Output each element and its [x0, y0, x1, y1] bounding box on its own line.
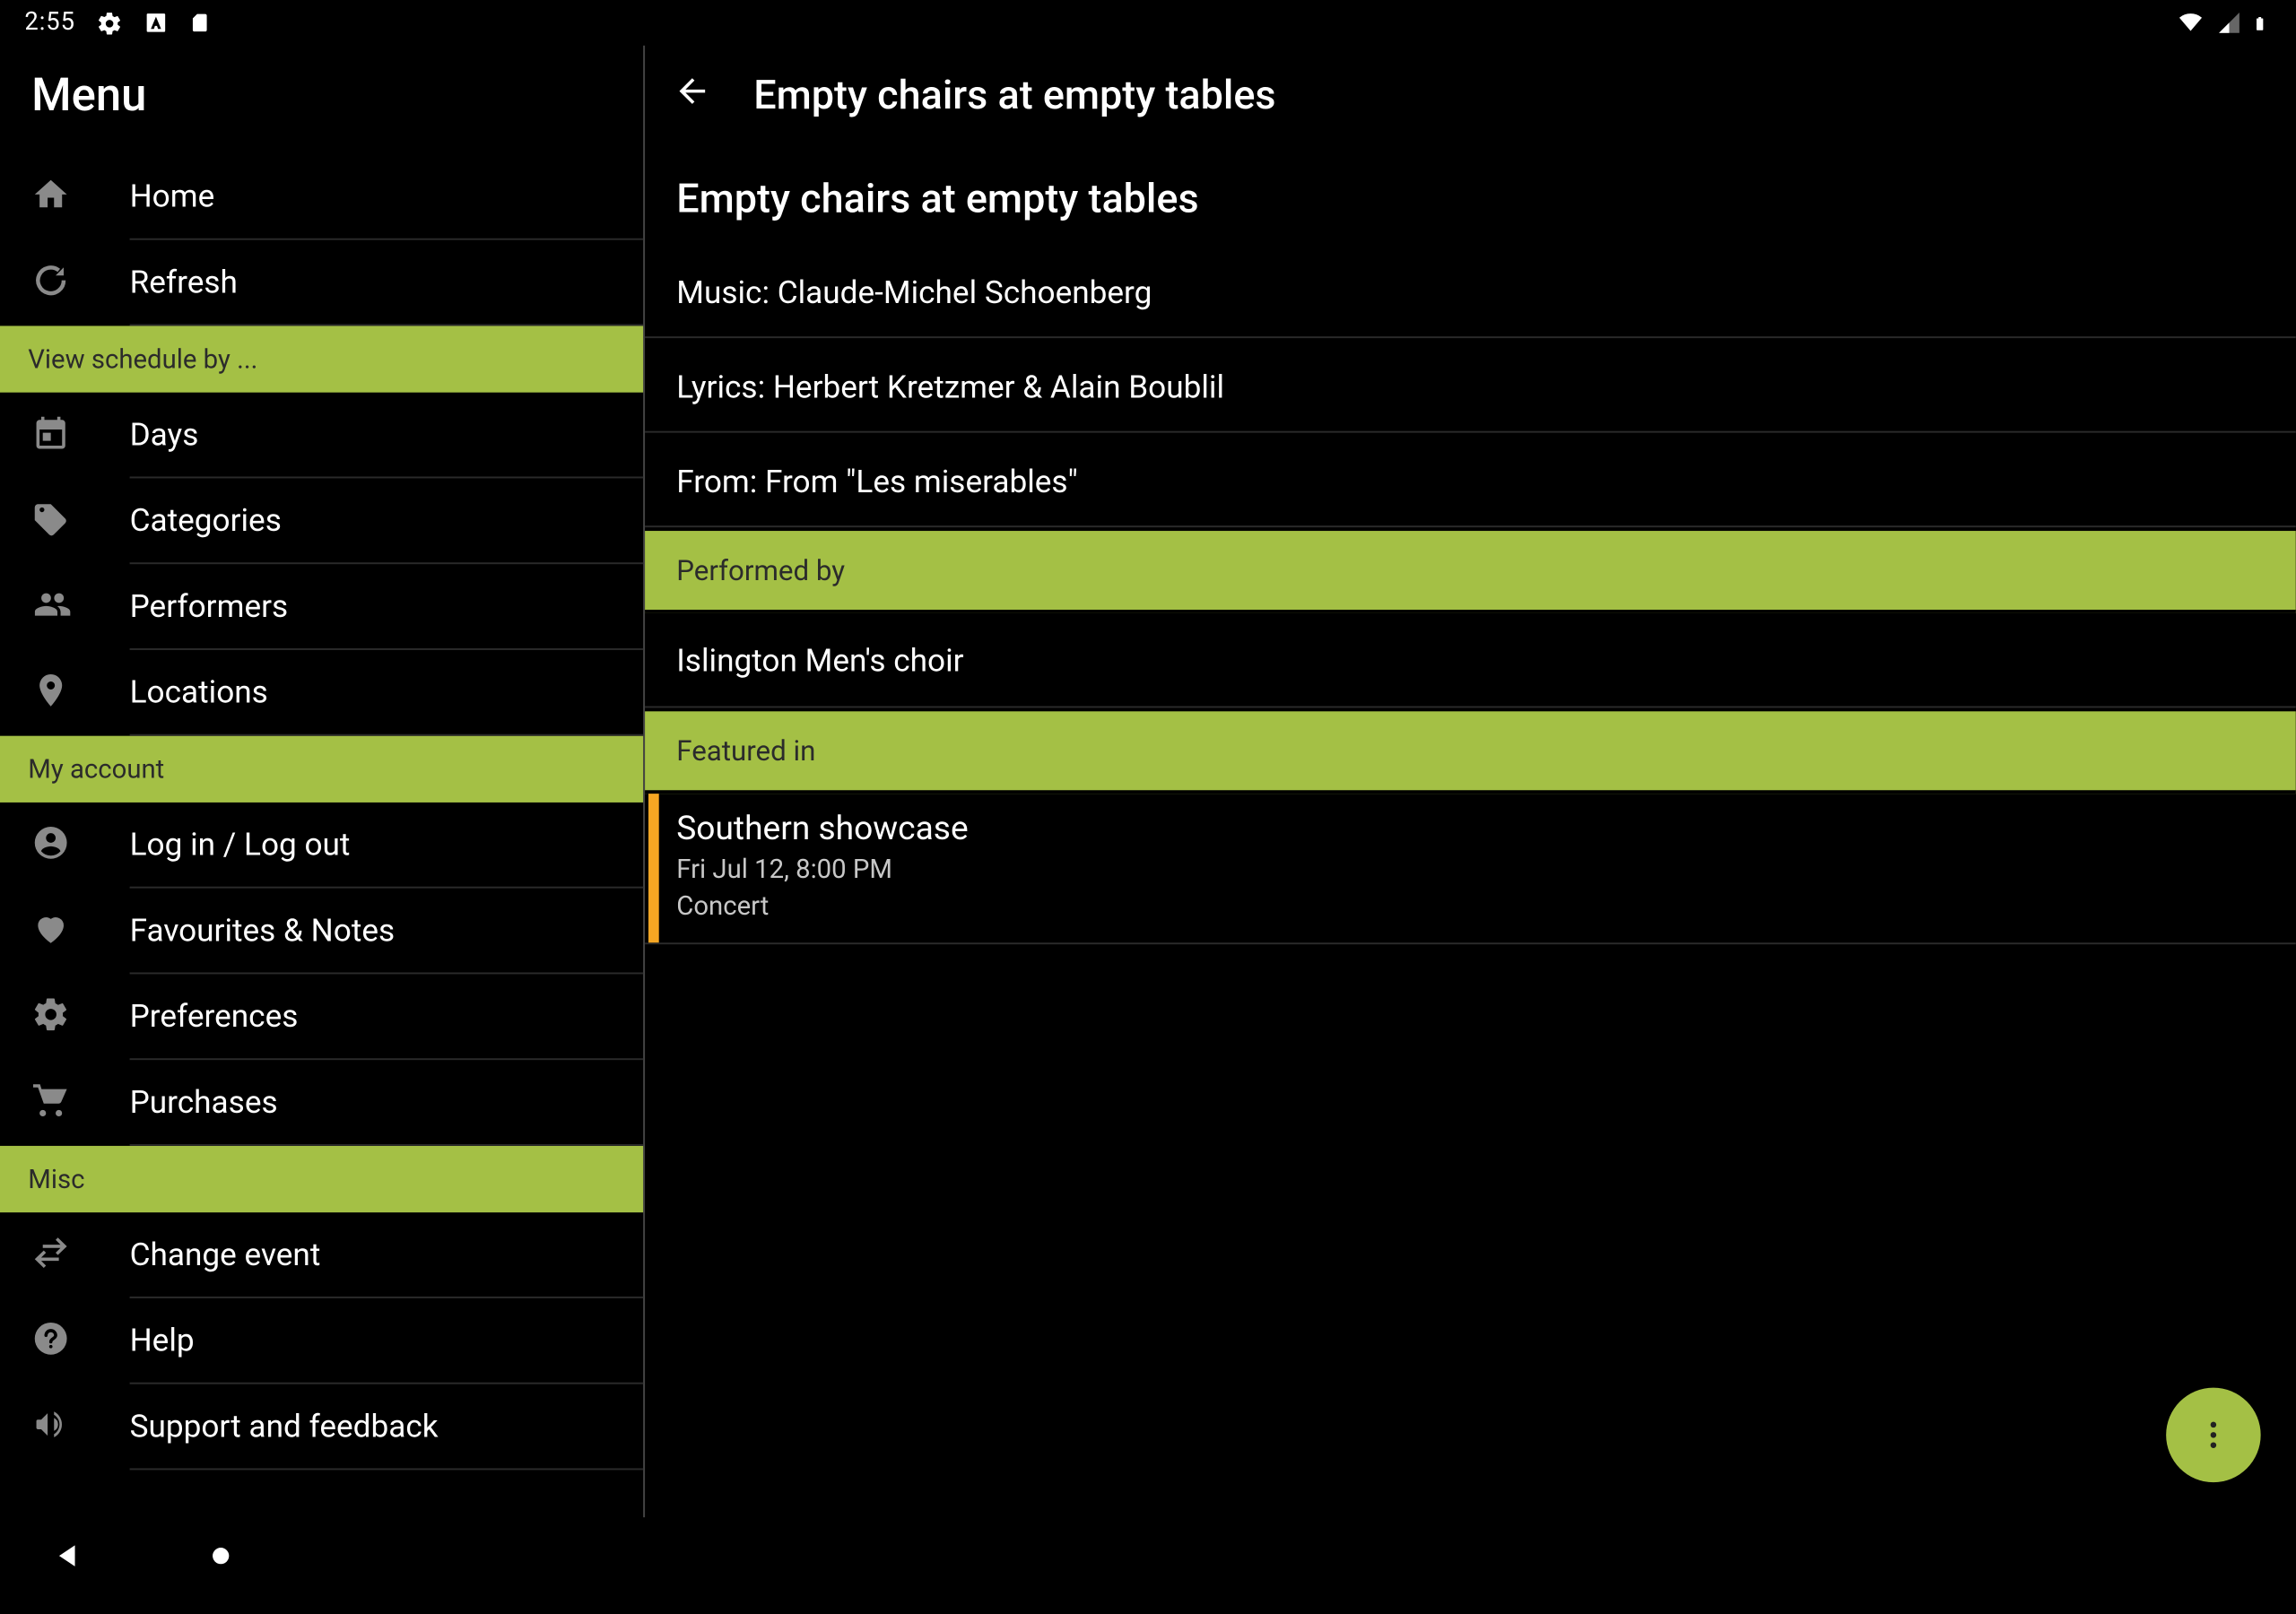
- sidebar-item-change-event[interactable]: Change event: [0, 1212, 643, 1298]
- cell-signal-icon: [2217, 11, 2241, 35]
- sidebar-item-favourites[interactable]: Favourites & Notes: [0, 889, 643, 975]
- tag-icon: [31, 499, 70, 544]
- sidebar-item-purchases[interactable]: Purchases: [0, 1060, 643, 1146]
- status-time: 2:55: [24, 9, 75, 37]
- sidebar-item-support[interactable]: Support and feedback: [0, 1384, 643, 1471]
- people-icon: [31, 585, 74, 630]
- back-button[interactable]: [673, 72, 711, 117]
- sidebar-item-home[interactable]: Home: [0, 154, 643, 240]
- heart-icon: [31, 908, 70, 954]
- swap-icon: [31, 1233, 70, 1279]
- sidebar-item-label: Purchases: [130, 1085, 278, 1122]
- sidebar-item-label: Locations: [130, 674, 268, 711]
- sidebar-item-label: Help: [130, 1323, 195, 1359]
- sidebar-item-label: Home: [130, 178, 215, 215]
- sidebar-item-refresh[interactable]: Refresh: [0, 240, 643, 326]
- sidebar-item-help[interactable]: Help: [0, 1298, 643, 1384]
- sidebar-item-label: Preferences: [130, 999, 299, 1036]
- sidebar-section-schedule: View schedule by ...: [0, 325, 643, 392]
- info-music: Music: Claude-Michel Schoenberg: [645, 244, 2296, 339]
- sidebar-item-label: Performers: [130, 589, 289, 626]
- sidebar-item-label: Favourites & Notes: [130, 913, 396, 950]
- sidebar-item-preferences[interactable]: Preferences: [0, 974, 643, 1060]
- help-icon: [31, 1318, 70, 1364]
- fab-more-button[interactable]: [2166, 1388, 2261, 1483]
- sidebar-item-label: Log in / Log out: [130, 827, 351, 863]
- calendar-icon: [31, 412, 70, 458]
- section-featured-in: Featured in: [645, 711, 2296, 794]
- sidebar-item-label: Refresh: [130, 265, 238, 301]
- performer-row[interactable]: Islington Men's choir: [645, 613, 2296, 708]
- battery-icon: [2252, 10, 2268, 36]
- event-title: Southern showcase: [676, 808, 968, 848]
- event-row[interactable]: Southern showcase Fri Jul 12, 8:00 PM Co…: [645, 794, 2296, 944]
- more-vert-icon: [2196, 1418, 2231, 1453]
- event-accent-bar: [648, 794, 659, 942]
- page-header-title: Empty chairs at empty tables: [753, 71, 1275, 118]
- status-bar: 2:55: [0, 0, 2296, 46]
- sidebar-title: Menu: [0, 46, 643, 154]
- system-navbar: [0, 1517, 2296, 1601]
- account-icon: [31, 822, 70, 868]
- event-type: Concert: [676, 889, 968, 925]
- sidebar-item-days[interactable]: Days: [0, 393, 643, 479]
- sidebar-item-login[interactable]: Log in / Log out: [0, 803, 643, 889]
- megaphone-icon: [31, 1404, 70, 1450]
- sidebar-section-misc: Misc: [0, 1146, 643, 1212]
- sidebar-item-performers[interactable]: Performers: [0, 564, 643, 650]
- sd-status-icon: [189, 11, 210, 35]
- info-lyrics: Lyrics: Herbert Kretzmer & Alain Boublil: [645, 338, 2296, 433]
- info-from: From: From "Les miserables": [645, 433, 2296, 528]
- sidebar-section-account: My account: [0, 736, 643, 803]
- arrow-back-icon: [673, 72, 711, 110]
- event-when: Fri Jul 12, 8:00 PM: [676, 852, 968, 889]
- sidebar: Menu Home Refresh View schedule by ...: [0, 46, 645, 1517]
- sidebar-item-label: Support and feedback: [130, 1409, 439, 1445]
- refresh-icon: [31, 260, 70, 306]
- cart-icon: [31, 1080, 70, 1126]
- sidebar-item-label: Categories: [130, 503, 282, 540]
- settings-status-icon: [96, 10, 122, 36]
- sidebar-item-label: Days: [130, 417, 199, 454]
- nav-home-button[interactable]: [207, 1542, 235, 1577]
- location-icon: [31, 670, 70, 716]
- sidebar-item-locations[interactable]: Locations: [0, 650, 643, 736]
- sidebar-item-categories[interactable]: Categories: [0, 478, 643, 564]
- nav-back-button[interactable]: [53, 1540, 84, 1579]
- app-status-icon: [144, 11, 168, 35]
- home-icon: [31, 174, 70, 220]
- wifi-icon: [2175, 11, 2206, 35]
- section-performed-by: Performed by: [645, 531, 2296, 613]
- gear-icon: [31, 994, 70, 1040]
- sidebar-item-label: Change event: [130, 1237, 321, 1274]
- detail-pane: Empty chairs at empty tables Empty chair…: [645, 46, 2296, 1517]
- page-title: Empty chairs at empty tables: [645, 143, 2296, 243]
